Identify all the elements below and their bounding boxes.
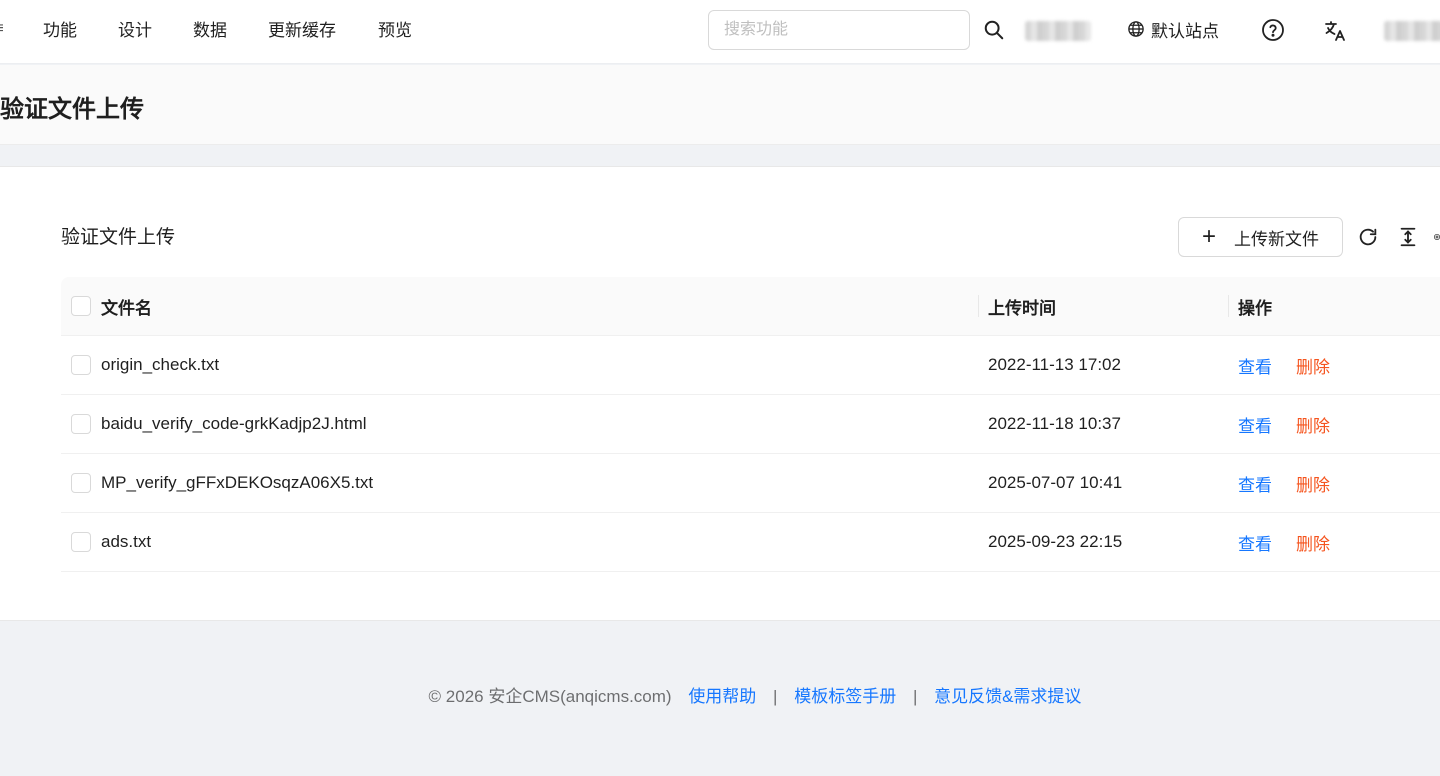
blurred-user-info bbox=[1025, 21, 1091, 41]
top-navigation-bar: ≡ 功能 设计 数据 更新缓存 预览 默认站点 bbox=[0, 0, 1440, 64]
upload-time: 2022-11-13 17:02 bbox=[988, 355, 1121, 374]
nav-item-features[interactable]: 功能 bbox=[43, 20, 77, 42]
nav-item-update-cache[interactable]: 更新缓存 bbox=[268, 20, 336, 42]
view-link[interactable]: 查看 bbox=[1238, 353, 1272, 378]
column-height-icon[interactable] bbox=[1396, 225, 1420, 249]
table-row: baidu_verify_code-grkKadjp2J.html 2022-1… bbox=[61, 395, 1440, 454]
column-divider bbox=[1228, 295, 1229, 317]
row-select-cell bbox=[71, 454, 91, 512]
table-header-row: 文件名 上传时间 操作 bbox=[61, 277, 1440, 336]
site-switcher[interactable]: 默认站点 bbox=[1127, 20, 1219, 44]
view-link[interactable]: 查看 bbox=[1238, 530, 1272, 555]
delete-link[interactable]: 删除 bbox=[1296, 471, 1330, 496]
row-select-cell bbox=[71, 336, 91, 394]
template-tags-link[interactable]: 模板标签手册 bbox=[794, 687, 896, 706]
row-actions: 查看 删除 bbox=[1238, 513, 1330, 571]
copyright-text: © 2026 安企CMS(anqicms.com) bbox=[428, 687, 672, 706]
delete-link[interactable]: 删除 bbox=[1296, 353, 1330, 378]
view-link[interactable]: 查看 bbox=[1238, 412, 1272, 437]
header-actions: 操作 bbox=[1238, 298, 1272, 318]
row-checkbox[interactable] bbox=[71, 473, 91, 493]
file-name: ads.txt bbox=[101, 532, 152, 551]
column-divider bbox=[978, 295, 979, 317]
footer-separator: | bbox=[773, 687, 778, 706]
row-actions: 查看 删除 bbox=[1238, 336, 1330, 394]
reload-icon[interactable] bbox=[1356, 225, 1380, 249]
table-row: origin_check.txt 2022-11-13 17:02 查看 删除 bbox=[61, 336, 1440, 395]
upload-time: 2025-07-07 10:41 bbox=[988, 473, 1123, 492]
row-select-cell bbox=[71, 513, 91, 571]
help-icon[interactable] bbox=[1261, 18, 1285, 42]
select-all-cell bbox=[71, 277, 91, 335]
page-footer: © 2026 安企CMS(anqicms.com) 使用帮助 | 模板标签手册 … bbox=[0, 686, 1440, 708]
upload-button-label: 上传新文件 bbox=[1234, 229, 1319, 249]
upload-time: 2022-11-18 10:37 bbox=[988, 414, 1121, 433]
nav-item-data[interactable]: 数据 bbox=[193, 20, 227, 42]
upload-new-file-button[interactable]: + 上传新文件 bbox=[1178, 217, 1343, 257]
menu-edge-glyph: ≡ bbox=[0, 19, 3, 39]
search-input[interactable] bbox=[708, 10, 970, 50]
footer-separator: | bbox=[912, 687, 918, 706]
header-file-name: 文件名 bbox=[101, 298, 152, 318]
settings-icon[interactable] bbox=[1433, 225, 1440, 249]
card-title: 验证文件上传 bbox=[61, 227, 176, 248]
file-name: MP_verify_gFFxDEKOsqzA06X5.txt bbox=[101, 473, 374, 492]
row-checkbox[interactable] bbox=[71, 414, 91, 434]
delete-link[interactable]: 删除 bbox=[1296, 530, 1330, 555]
globe-icon bbox=[1127, 20, 1151, 44]
view-link[interactable]: 查看 bbox=[1238, 471, 1272, 496]
nav-item-design[interactable]: 设计 bbox=[118, 20, 152, 42]
nav-item-preview[interactable]: 预览 bbox=[378, 20, 412, 42]
file-name: origin_check.txt bbox=[101, 355, 220, 374]
page-title: 验证文件上传 bbox=[0, 96, 144, 123]
search-icon[interactable] bbox=[982, 18, 1006, 42]
feedback-link[interactable]: 意见反馈&需求提议 bbox=[934, 687, 1081, 706]
file-list-card: 验证文件上传 + 上传新文件 文件名 上传时间 操作 origin_check.… bbox=[0, 166, 1440, 621]
site-label: 默认站点 bbox=[1151, 22, 1219, 41]
blurred-username bbox=[1384, 21, 1440, 41]
table-row: MP_verify_gFFxDEKOsqzA06X5.txt 2025-07-0… bbox=[61, 454, 1440, 513]
delete-link[interactable]: 删除 bbox=[1296, 412, 1330, 437]
help-link[interactable]: 使用帮助 bbox=[688, 687, 756, 706]
row-select-cell bbox=[71, 395, 91, 453]
table-row: ads.txt 2025-09-23 22:15 查看 删除 bbox=[61, 513, 1440, 572]
row-checkbox[interactable] bbox=[71, 532, 91, 552]
row-actions: 查看 删除 bbox=[1238, 395, 1330, 453]
row-checkbox[interactable] bbox=[71, 355, 91, 375]
plus-icon: + bbox=[1201, 223, 1216, 250]
header-upload-time: 上传时间 bbox=[988, 298, 1056, 318]
select-all-checkbox[interactable] bbox=[71, 296, 91, 316]
row-actions: 查看 删除 bbox=[1238, 454, 1330, 512]
translate-icon[interactable] bbox=[1323, 19, 1347, 43]
upload-time: 2025-09-23 22:15 bbox=[988, 532, 1123, 551]
page-header: 验证文件上传 bbox=[0, 65, 1440, 145]
file-name: baidu_verify_code-grkKadjp2J.html bbox=[101, 414, 367, 433]
file-table: 文件名 上传时间 操作 origin_check.txt 2022-11-13 … bbox=[61, 277, 1440, 572]
